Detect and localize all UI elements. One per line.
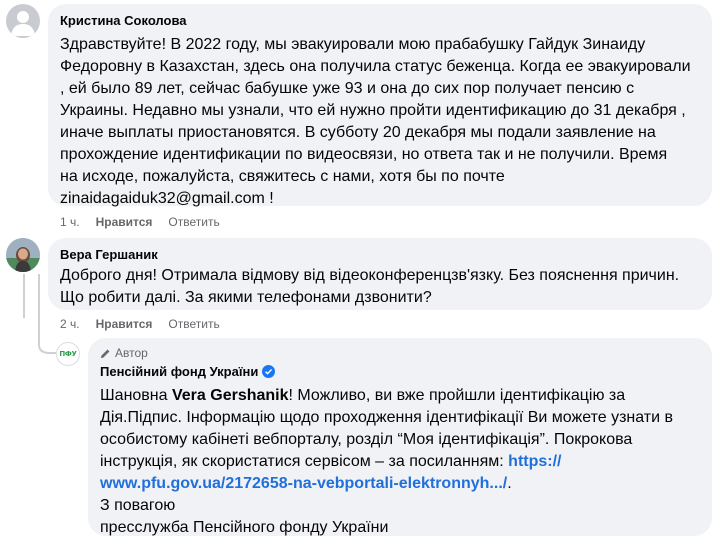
comment-text-line: Украины. Недавно мы узнали, что ей нужно… bbox=[60, 102, 686, 119]
reply-bubble: Автор Пенсійний фонд України Шановна Ver… bbox=[88, 338, 712, 536]
comment-meta: 2 ч. Нравится Ответить bbox=[60, 316, 220, 332]
reply-text: Шановна Vera Gershanik! Можливо, ви вже … bbox=[100, 385, 700, 538]
avatar-default[interactable] bbox=[6, 4, 40, 38]
avatar-vera[interactable] bbox=[6, 238, 40, 272]
comment-text: Доброго дня! Отримала відмову від відеок… bbox=[60, 265, 700, 309]
reply-text-line: інструкція, як скористатися сервісом – з… bbox=[100, 451, 700, 473]
user-silhouette-icon bbox=[11, 11, 35, 36]
pfu-link[interactable]: www.pfu.gov.ua/2172658-na-vebportali-ele… bbox=[100, 475, 507, 492]
pfu-link[interactable]: https:// bbox=[508, 453, 561, 470]
reply-text-segment: Шановна bbox=[100, 387, 172, 404]
thread-curve bbox=[38, 337, 56, 354]
reply-text-segment: ! Можливо, ви вже пройшли ідентифікацію … bbox=[288, 387, 626, 404]
reply-text-line: Дія.Підпис. Інформацію щодо проходження … bbox=[100, 409, 673, 426]
reply-button[interactable]: Ответить bbox=[168, 214, 219, 230]
reply-text-line: www.pfu.gov.ua/2172658-na-vebportali-ele… bbox=[100, 473, 700, 495]
like-button[interactable]: Нравится bbox=[96, 214, 153, 230]
thread-line bbox=[38, 274, 40, 344]
verified-badge-icon bbox=[262, 365, 276, 378]
reply-text-line: З повагою bbox=[100, 497, 176, 514]
comment-author[interactable]: Вера Гершаник bbox=[60, 246, 700, 263]
reply-text-line: пресслужба Пенсійного фонду України bbox=[100, 519, 389, 536]
avatar-pfu[interactable]: ПФУ bbox=[56, 342, 80, 366]
comment-text-line: Що робити далі. За якими телефонами дзво… bbox=[60, 289, 432, 306]
comment-text-line: Федоровну в Казахстан, здесь она получил… bbox=[60, 58, 691, 75]
reply-author-row: Пенсійний фонд України bbox=[100, 363, 700, 380]
thread-line bbox=[23, 274, 25, 318]
reply-text-segment: . bbox=[507, 475, 512, 492]
pencil-icon bbox=[100, 349, 110, 358]
comment-text-line: на исходе, пожалуйста, свяжитесь с нами,… bbox=[60, 168, 505, 185]
comment-text-line: , ей было 89 лет, сейчас бабушке уже 93 … bbox=[60, 80, 635, 97]
reply-button[interactable]: Ответить bbox=[168, 316, 219, 332]
comment-bubble: Кристина Соколова Здравствуйте! В 2022 г… bbox=[48, 4, 712, 207]
comment-timestamp[interactable]: 2 ч. bbox=[60, 316, 80, 332]
comment-text-line: иначе выплаты приостановятся. В субботу … bbox=[60, 124, 656, 141]
comment-meta: 1 ч. Нравится Ответить bbox=[60, 214, 220, 230]
reply-text-segment: інструкція, як скористатися сервісом – з… bbox=[100, 453, 509, 470]
comment-bubble: Вера Гершаник Доброго дня! Отримала відм… bbox=[48, 238, 712, 310]
reply-text-line: Шановна Vera Gershanik! Можливо, ви вже … bbox=[100, 385, 700, 407]
comment-text-line: zinaidagaiduk32@gmail.com ! bbox=[60, 190, 274, 207]
like-button[interactable]: Нравится bbox=[96, 316, 153, 332]
pfu-logo: ПФУ bbox=[59, 350, 77, 358]
comment-author[interactable]: Кристина Соколова bbox=[60, 12, 700, 29]
reply-text-line: особистому кабінеті вебпорталу, розділ “… bbox=[100, 431, 633, 448]
profile-photo-icon bbox=[6, 238, 40, 272]
comment-timestamp[interactable]: 1 ч. bbox=[60, 214, 80, 230]
author-badge-label: Автор bbox=[115, 346, 148, 360]
comment-text-line: прохождение идентификации по видеосвязи,… bbox=[60, 146, 668, 163]
comment-text-line: Здравствуйте! В 2022 году, мы эвакуирова… bbox=[60, 36, 646, 53]
author-badge: Автор bbox=[100, 345, 700, 361]
comment-text: Здравствуйте! В 2022 году, мы эвакуирова… bbox=[60, 34, 700, 210]
comment-text-line: Доброго дня! Отримала відмову від відеок… bbox=[60, 267, 680, 284]
mention-name[interactable]: Vera Gershanik bbox=[172, 387, 289, 404]
reply-author[interactable]: Пенсійний фонд України bbox=[100, 363, 258, 380]
